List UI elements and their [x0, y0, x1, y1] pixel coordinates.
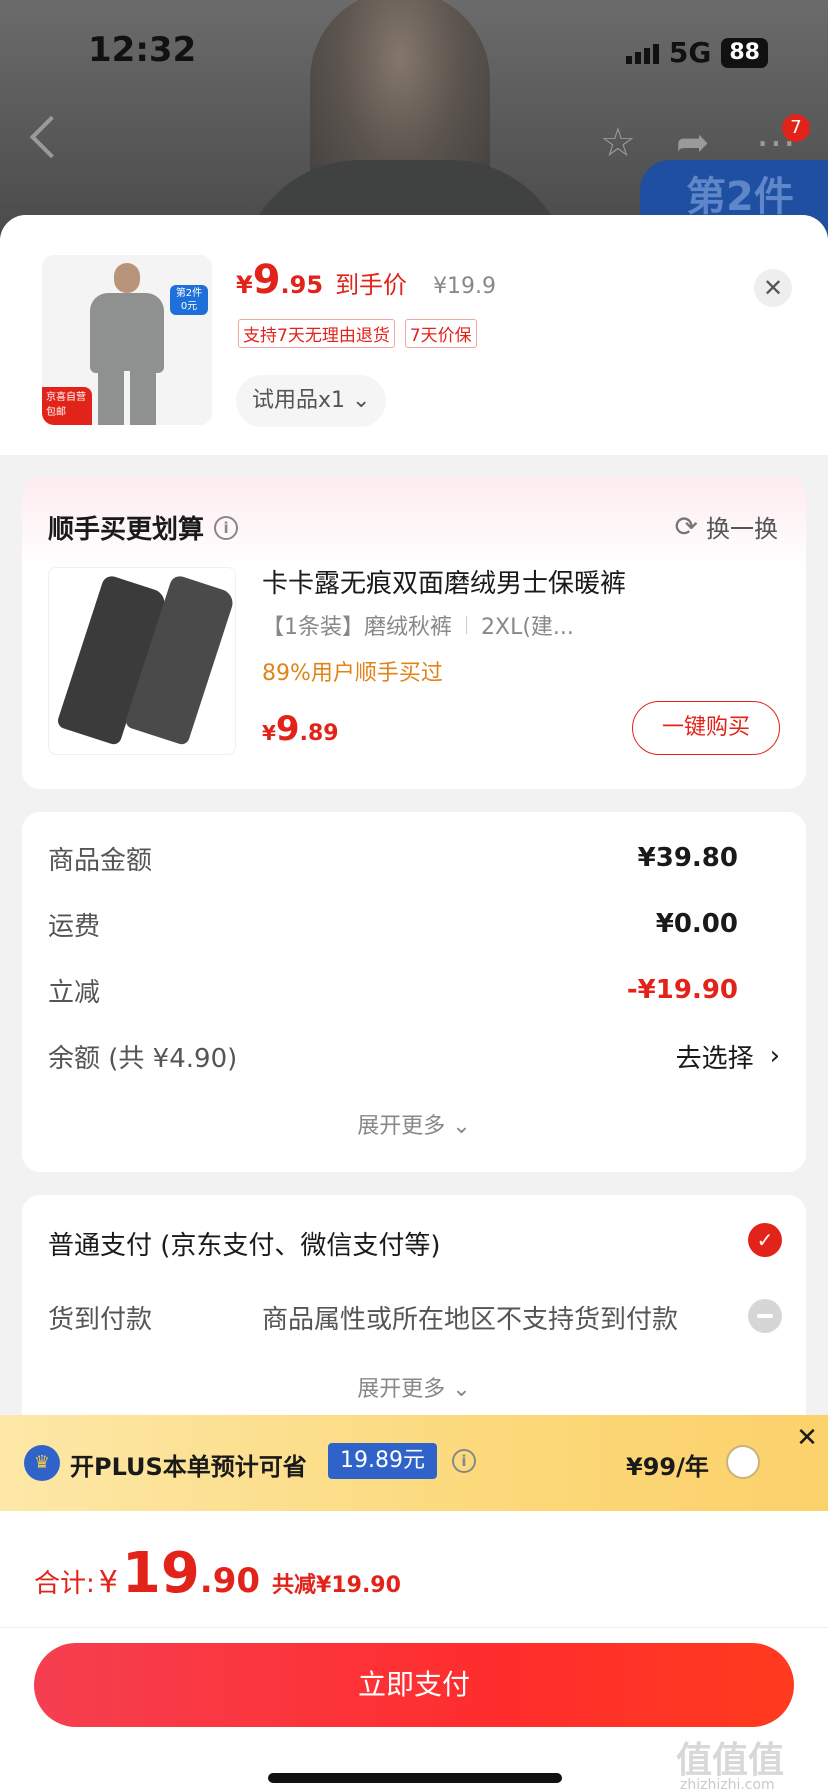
tag-price-protect: 7天价保	[404, 319, 477, 348]
chevron-right-icon: ›	[769, 1041, 780, 1071]
recommend-title: 顺手买更划算 i	[48, 509, 239, 546]
price-decimal: .95	[280, 271, 324, 299]
shipping-row: 运费 ¥0.00	[48, 904, 738, 944]
payment-expand-more[interactable]: 展开更多 ⌄	[22, 1371, 806, 1403]
discount-label: 立减	[48, 977, 101, 1008]
chevron-down-icon: ⌄	[452, 1377, 471, 1402]
checkout-sheet: 第2件 0元 京喜自营 包邮 ¥ 9 .95 到手价 ¥19.9 ✕ 支持7天无…	[0, 215, 828, 1792]
summary-expand-label: 展开更多	[357, 1114, 446, 1139]
price-yen: ¥	[236, 271, 253, 299]
status-time: 12:32	[88, 30, 197, 70]
star-icon[interactable]: ☆	[600, 120, 636, 166]
chevron-down-icon: ⌄	[452, 1114, 471, 1139]
checkout-footer: 合计: ¥ 19 .90 共减¥19.90 立即支付 值值值 zhizhizhi…	[0, 1511, 828, 1792]
thumb-body	[90, 293, 164, 373]
battery-icon: 88	[721, 37, 768, 68]
price-integer: 9	[252, 257, 281, 303]
chevron-down-icon: ⌄	[352, 388, 371, 413]
balance-label: 余额 (共 ¥4.90)	[48, 1043, 238, 1074]
recommend-price-yen: ¥	[262, 721, 276, 745]
tag-return: 支持7天无理由退货	[238, 319, 395, 348]
refresh-icon: ⟳	[674, 510, 698, 543]
recommend-price: ¥ 9 .89	[262, 709, 339, 749]
discount-row: 立减 -¥19.90	[48, 970, 738, 1010]
swap-label: 换一换	[706, 515, 778, 543]
recommend-price-decimal: .89	[299, 721, 339, 746]
network-label: 5G	[668, 36, 712, 69]
close-icon[interactable]: ✕	[790, 1421, 824, 1455]
info-icon[interactable]: i	[452, 1449, 476, 1473]
footer-divider	[0, 1627, 828, 1628]
recommend-spec-a: 【1条装】磨绒秋裤	[262, 615, 452, 640]
summary-expand-more[interactable]: 展开更多 ⌄	[22, 1108, 806, 1140]
info-icon[interactable]: i	[214, 515, 239, 540]
spec-selector[interactable]: 试用品x1 ⌄	[236, 375, 387, 427]
shipping-label: 运费	[48, 911, 101, 942]
cod-option-label: 货到付款	[48, 1305, 153, 1335]
plus-membership-bar[interactable]: ♛ 开PLUS本单预计可省 19.89元 i ¥99/年 ✕	[0, 1415, 828, 1511]
plus-save-badge: 19.89元	[328, 1443, 437, 1479]
product-header: 第2件 0元 京喜自营 包邮 ¥ 9 .95 到手价 ¥19.9 ✕ 支持7天无…	[0, 215, 828, 455]
thumb-badge: 第2件 0元	[170, 285, 208, 315]
one-click-buy-button[interactable]: 一键购买	[632, 701, 780, 755]
home-indicator	[268, 1773, 562, 1783]
recommend-title-text: 顺手买更划算	[48, 515, 205, 545]
crown-icon: ♛	[24, 1445, 60, 1481]
product-thumbnail[interactable]: 第2件 0元 京喜自营 包邮	[42, 255, 212, 425]
payment-method-card: 普通支付 (京东支付、微信支付等) ✓ 货到付款 商品属性或所在地区不支持货到付…	[22, 1195, 806, 1435]
total-row: 合计: ¥ 19 .90 共减¥19.90	[34, 1541, 401, 1606]
recommend-spec-b: 2XL(建...	[481, 615, 574, 640]
cod-note: 商品属性或所在地区不支持货到付款	[262, 1305, 679, 1335]
original-price: ¥19.9	[433, 274, 497, 299]
swap-button[interactable]: ⟳ 换一换	[675, 509, 778, 544]
total-yen: ¥	[98, 1565, 118, 1600]
close-button[interactable]: ✕	[754, 269, 792, 307]
recommend-thumbnail[interactable]	[48, 567, 236, 755]
recommend-name[interactable]: 卡卡露无痕双面磨绒男士保暖裤	[262, 563, 626, 600]
service-tags: 支持7天无理由退货 7天价保	[238, 319, 477, 348]
plus-radio[interactable]	[726, 1445, 760, 1479]
balance-select[interactable]: 去选择 ›	[676, 1038, 780, 1075]
shipping-value: ¥0.00	[655, 909, 738, 939]
disabled-icon	[748, 1299, 782, 1333]
balance-action: 去选择	[675, 1043, 754, 1074]
plus-text: 开PLUS本单预计可省	[70, 1453, 307, 1481]
signal-icon	[625, 42, 659, 64]
total-integer: 19	[121, 1541, 200, 1606]
recommend-price-integer: 9	[275, 709, 300, 749]
total-decimal: .90	[199, 1561, 261, 1601]
discount-value: -¥19.90	[626, 975, 738, 1005]
product-page-backdrop: 12:32 5G 88 ☆ ➦ ⋯ 7 第2件	[0, 0, 828, 240]
spec-label: 试用品x1	[252, 388, 346, 413]
status-indicators: 5G 88	[625, 36, 768, 69]
total-saved: 共减¥19.90	[272, 1573, 401, 1598]
price-row: ¥ 9 .95 到手价 ¥19.9	[236, 257, 496, 303]
payment-expand-label: 展开更多	[357, 1377, 446, 1402]
checked-icon[interactable]: ✓	[748, 1223, 782, 1257]
watermark-logo: 值值值	[676, 1740, 785, 1781]
price-label: 到手价	[335, 271, 408, 299]
spec-divider	[466, 616, 467, 634]
recommend-card: 顺手买更划算 i ⟳ 换一换 卡卡露无痕双面磨绒男士保暖裤 【1条装】磨绒秋裤 …	[22, 477, 806, 789]
thumb-legs	[98, 371, 156, 425]
thumb-ship-tag: 京喜自营 包邮	[42, 387, 92, 425]
goods-amount-row: 商品金额 ¥39.80	[48, 838, 738, 878]
notification-badge: 7	[782, 114, 810, 142]
back-icon[interactable]	[29, 115, 73, 159]
recommend-spec: 【1条装】磨绒秋裤 2XL(建...	[262, 609, 574, 641]
normal-payment-option[interactable]: 普通支付 (京东支付、微信支付等)	[48, 1225, 441, 1262]
goods-amount-label: 商品金额	[48, 845, 153, 876]
total-label: 合计:	[34, 1569, 95, 1599]
goods-amount-value: ¥39.80	[637, 843, 738, 873]
plus-price: ¥99/年	[626, 1453, 709, 1481]
pay-now-button[interactable]: 立即支付	[34, 1643, 794, 1727]
watermark-url: zhizhizhi.com	[680, 1777, 775, 1792]
amount-summary-card: 商品金额 ¥39.80 运费 ¥0.00 立减 -¥19.90 余额 (共 ¥4…	[22, 812, 806, 1172]
thumb-head	[114, 263, 140, 293]
recommend-rate: 89%用户顺手买过	[262, 661, 443, 686]
balance-row[interactable]: 余额 (共 ¥4.90) 去选择 ›	[48, 1036, 780, 1076]
